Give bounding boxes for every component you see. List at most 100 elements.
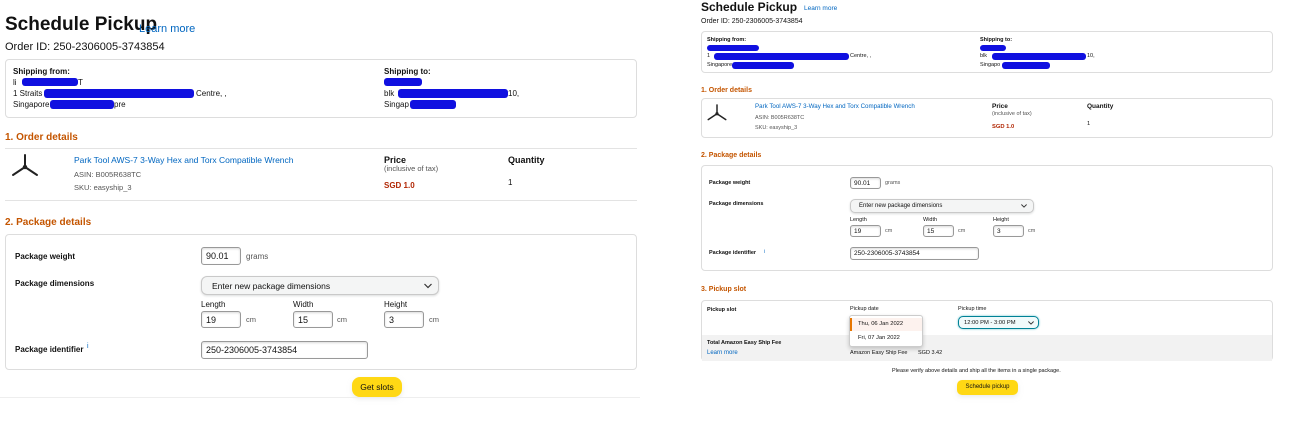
package-weight-label: Package weight (709, 180, 751, 186)
weight-unit: grams (885, 180, 901, 186)
package-dimensions-label: Package dimensions (15, 279, 95, 288)
shipping-from-line2-suffix: Centre, , (850, 53, 872, 59)
pickup-date-label: Pickup date (850, 306, 879, 312)
pickup-slot-heading: 3. Pickup slot (701, 286, 747, 293)
shipping-to-label: Shipping to: (980, 37, 1013, 43)
page-title: Schedule Pickup (701, 0, 798, 14)
redaction-mark (992, 53, 1086, 60)
length-unit: cm (885, 228, 893, 234)
product-name-link[interactable]: Park Tool AWS-7 3-Way Hex and Torx Compa… (755, 103, 915, 110)
wrench-image (707, 104, 727, 121)
product-sku: SKU: easyship_3 (755, 125, 798, 131)
width-input[interactable]: 15 (923, 225, 954, 237)
package-weight-input[interactable]: 90.01 (201, 247, 241, 265)
package-dimensions-label: Package dimensions (709, 201, 764, 207)
fee-label: Total Amazon Easy Ship Fee (707, 340, 782, 346)
verify-note: Please verify above details and ship all… (892, 368, 1061, 374)
product-image[interactable] (10, 153, 40, 179)
divider (5, 148, 637, 149)
package-dimensions-select-value: Enter new package dimensions (212, 281, 331, 291)
package-dimensions-select[interactable]: Enter new package dimensions (850, 199, 1034, 213)
divider (5, 200, 637, 201)
shipping-from-line1-suffix: T (78, 78, 83, 87)
product-asin: ASIN: B005R638TC (74, 170, 142, 179)
pickup-time-label: Pickup time (958, 306, 987, 312)
package-identifier-label: Package identifier (15, 345, 84, 354)
quantity-label: Quantity (1087, 103, 1114, 110)
length-unit: cm (246, 315, 256, 324)
shipping-box: Shipping from: 1 Centre, , Singapore Shi… (701, 31, 1273, 73)
shipping-to-line3: Singapo (980, 62, 1001, 68)
order-id: Order ID: 250-2306005-3743854 (701, 18, 803, 25)
product-asin: ASIN: B005R638TC (755, 115, 805, 121)
package-identifier-input[interactable]: 250-2306005-3743854 (850, 247, 979, 260)
length-input[interactable]: 19 (201, 311, 241, 328)
product-image[interactable] (706, 103, 728, 123)
package-dimensions-select-value: Enter new package dimensions (859, 203, 943, 209)
width-input[interactable]: 15 (293, 311, 333, 328)
package-dimensions-select[interactable]: Enter new package dimensions (201, 276, 439, 295)
shipping-from-line2-suffix: Centre, , (196, 89, 227, 98)
pickup-time-value: 12:00 PM - 3:00 PM (964, 320, 1016, 326)
length-input[interactable]: 19 (850, 225, 881, 237)
info-icon[interactable]: i (87, 343, 89, 350)
chevron-down-icon (424, 283, 432, 288)
divider (0, 397, 640, 398)
quantity-label: Quantity (508, 155, 545, 165)
shipping-to-line2: blk (384, 89, 395, 98)
height-unit: cm (429, 315, 439, 324)
price-note: (inclusive of tax) (384, 164, 439, 173)
shipping-box: Shipping from: li T 1 Straits Centre, , … (5, 59, 637, 118)
redaction-mark (714, 53, 849, 60)
fee-value: SGD 3.42 (918, 350, 943, 356)
product-name-link[interactable]: Park Tool AWS-7 3-Way Hex and Torx Compa… (74, 155, 294, 165)
info-icon[interactable]: i (764, 249, 765, 255)
redaction-mark (1002, 62, 1050, 69)
product-sku: SKU: easyship_3 (74, 183, 132, 192)
length-label: Length (201, 300, 226, 309)
page-title: Schedule Pickup (5, 14, 158, 35)
width-unit: cm (337, 315, 347, 324)
fee-text: Amazon Easy Ship Fee (850, 350, 908, 356)
weight-unit: grams (246, 252, 269, 261)
pickup-date-option-selected[interactable]: Thu, 06 Jan 2022 (850, 318, 922, 331)
learn-more-link[interactable]: Learn more (804, 5, 837, 12)
order-id: Order ID: 250-2306005-3743854 (5, 41, 165, 53)
height-input[interactable]: 3 (993, 225, 1024, 237)
pickup-date-option-1: Thu, 06 Jan 2022 (858, 321, 904, 327)
package-details-heading: 2. Package details (5, 217, 92, 228)
learn-more-link[interactable]: Learn more (139, 23, 195, 35)
shipping-from-line3: Singapore (707, 62, 733, 68)
pickup-date-option[interactable]: Fri, 07 Jan 2022 (850, 332, 922, 345)
chevron-down-icon (1028, 320, 1034, 325)
fee-row-background (702, 335, 1272, 361)
height-label: Height (993, 217, 1009, 223)
package-identifier-label: Package identifier (709, 250, 757, 256)
price-label: Price (992, 103, 1008, 110)
shipping-from-label: Shipping from: (707, 37, 747, 43)
height-label: Height (384, 300, 408, 309)
height-input[interactable]: 3 (384, 311, 424, 328)
width-label: Width (293, 300, 314, 309)
shipping-to-line3: Singap (384, 100, 409, 109)
get-slots-button[interactable]: Get slots (352, 377, 402, 397)
shipping-to-line2-suffix: 10, (508, 89, 520, 98)
price-value: SGD 1.0 (992, 124, 1015, 130)
pickup-time-select[interactable]: 12:00 PM - 3:00 PM (958, 316, 1039, 329)
pickup-slot-box: Pickup slot Pickup date Pickup time 12:0… (701, 300, 1273, 361)
height-unit: cm (1028, 228, 1036, 234)
pickup-slot-label: Pickup slot (707, 307, 737, 313)
shipping-from-label: Shipping from: (13, 67, 70, 76)
schedule-pickup-button[interactable]: Schedule pickup (957, 380, 1018, 395)
redaction-mark (384, 78, 422, 86)
shipping-to-line2-suffix: 10, (1087, 53, 1095, 59)
package-weight-input[interactable]: 90.01 (850, 177, 881, 189)
redaction-mark (707, 45, 759, 51)
redaction-mark (980, 45, 1006, 51)
quantity-value: 1 (1087, 121, 1091, 127)
package-identifier-input[interactable]: 250-2306005-3743854 (201, 341, 368, 359)
shipping-to-label: Shipping to: (384, 67, 431, 76)
redaction-mark (22, 78, 78, 86)
price-note: (inclusive of tax) (992, 111, 1032, 117)
fee-learn-more-link[interactable]: Learn more (707, 350, 738, 356)
